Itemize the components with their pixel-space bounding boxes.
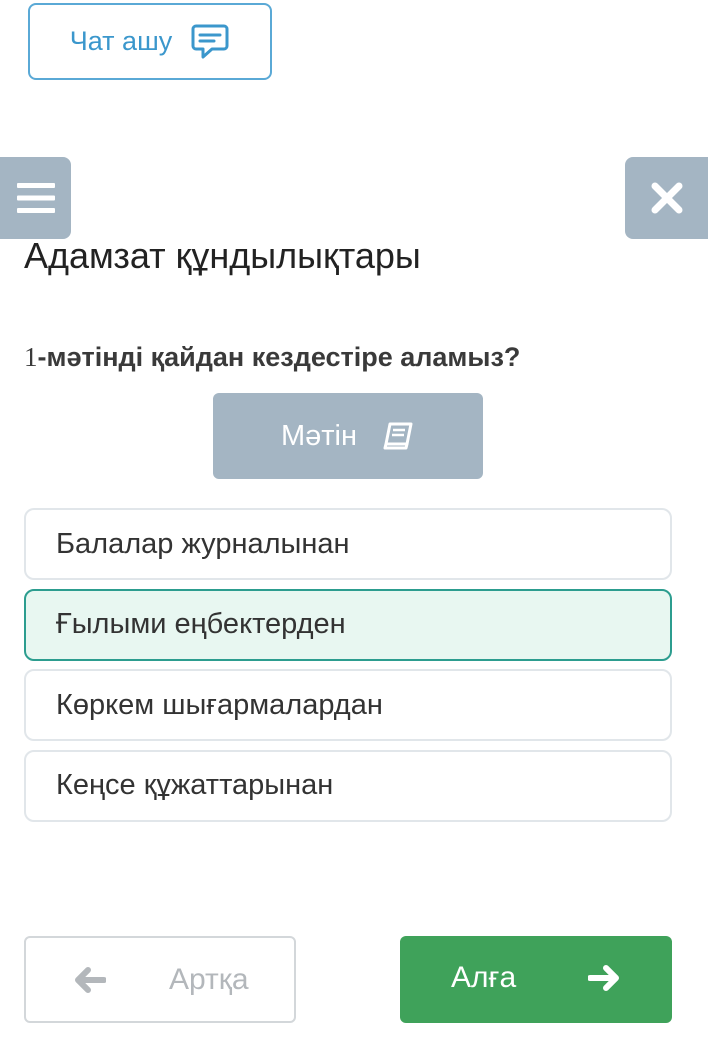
next-button-label: Алға [451, 961, 517, 994]
close-button[interactable] [625, 157, 708, 239]
question-text: 1-мәтінді қайдан кездестіре аламыз? [24, 342, 520, 373]
page-title: Адамзат құндылықтары [24, 235, 421, 276]
menu-button[interactable] [0, 157, 71, 239]
chat-bubble-icon [191, 24, 229, 58]
close-icon [651, 182, 682, 214]
answer-options: Балалар журналынан Ғылыми еңбектерден Кө… [24, 508, 672, 830]
question-number: 1 [24, 342, 38, 372]
answer-option-label: Кеңсе құжаттарынан [56, 769, 334, 801]
chat-open-button[interactable]: Чат ашу [28, 3, 272, 80]
back-button-label: Артқа [169, 963, 249, 996]
chat-open-label: Чат ашу [69, 26, 173, 56]
answer-option-selected[interactable]: Ғылыми еңбектерден [24, 588, 672, 661]
answer-option-label: Ғылыми еңбектерден [56, 608, 346, 640]
arrow-right-icon [588, 965, 619, 991]
answer-option[interactable]: Балалар журналынан [24, 508, 672, 580]
text-button[interactable]: Мәтін [213, 393, 483, 479]
next-button[interactable]: Алға [400, 936, 672, 1023]
text-button-label: Мәтін [280, 419, 358, 452]
answer-option-label: Балалар журналынан [56, 527, 350, 560]
answer-option[interactable]: Кеңсе құжаттарынан [24, 749, 672, 822]
answer-option-label: Көркем шығармалардан [56, 688, 383, 721]
hamburger-menu-icon [16, 183, 55, 213]
answer-option[interactable]: Көркем шығармалардан [24, 669, 672, 741]
arrow-left-icon [75, 967, 106, 993]
back-button[interactable]: Артқа [24, 936, 296, 1023]
question-prompt: -мәтінді қайдан кездестіре аламыз? [37, 342, 521, 372]
book-icon [383, 422, 413, 450]
